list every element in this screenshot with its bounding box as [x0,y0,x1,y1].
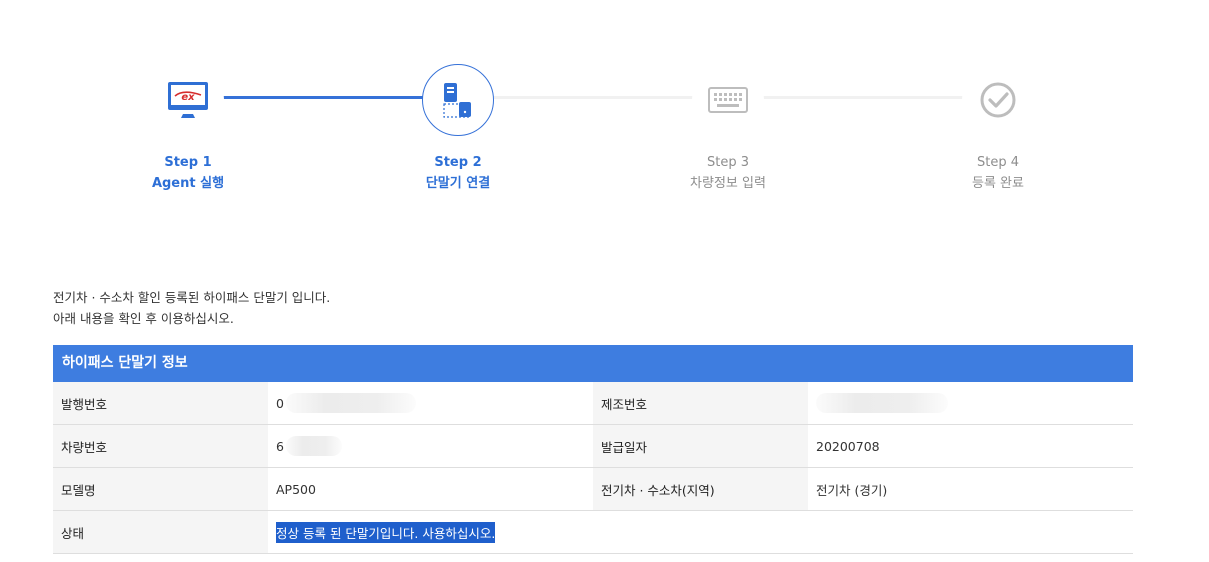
model-name-value: AP500 [276,481,316,497]
ex-monitor-icon: ex [152,64,224,136]
device-link-icon [422,64,494,136]
step-label: 단말기 연결 [425,176,491,191]
step-number: Step 4 [976,155,1019,170]
table-row: 모델명 AP500 전기차 · 수소차(지역) 전기차 (경기) [53,468,1133,511]
intro-line: 아래 내용을 확인 후 이용하십시오. [53,311,234,326]
status-value: 정상 등록 된 단말기입니다. 사용하십시오. [268,511,1133,553]
masked-value [285,393,416,413]
model-name-label: 모델명 [53,468,268,510]
ev-region-label: 전기차 · 수소차(지역) [593,468,808,510]
vehicle-number-value: 6 [268,425,593,467]
ev-region-value: 전기차 (경기) [816,482,888,498]
step-3: Step 3 차량정보 입력 [648,64,808,194]
issue-number-label: 발행번호 [53,382,268,424]
status-message: 정상 등록 된 단말기입니다. 사용하십시오. [276,521,496,543]
serial-number-label: 제조번호 [593,382,808,424]
serial-number-value [808,382,1133,424]
keyboard-icon [692,64,764,136]
intro-text: 전기차 · 수소차 할인 등록된 하이패스 단말기 입니다. 아래 내용을 확인… [53,287,330,329]
step-label: 등록 완료 [972,176,1024,191]
check-circle-icon [962,64,1034,136]
masked-value [816,393,948,413]
step-number: Step 2 [434,155,482,170]
step-label: 차량정보 입력 [690,176,766,191]
intro-line: 전기차 · 수소차 할인 등록된 하이패스 단말기 입니다. [53,290,331,305]
vehicle-number-label: 차량번호 [53,425,268,467]
step-number: Step 1 [164,155,212,170]
svg-text:ex: ex [181,92,195,103]
step-4: Step 4 등록 완료 [918,64,1078,194]
issue-date-label: 발급일자 [593,425,808,467]
table-row: 차량번호 6 발급일자 20200708 [53,425,1133,468]
step-2: Step 2 단말기 연결 [378,64,538,194]
issue-number-value: 0 [268,382,593,424]
hipass-info-table: 하이패스 단말기 정보 발행번호 0 제조번호 차량번호 6 발급일자 2020… [53,345,1133,554]
step-number: Step 3 [706,155,749,170]
table-row: 상태 정상 등록 된 단말기입니다. 사용하십시오. [53,511,1133,554]
registration-stepper: ex Step 1 Agent 실행 Step 2 단말기 연결 Step 3 … [0,0,1209,230]
status-label: 상태 [53,511,268,553]
step-1: ex Step 1 Agent 실행 [108,64,268,194]
masked-value [285,436,342,456]
table-title: 하이패스 단말기 정보 [53,345,1133,382]
step-label: Agent 실행 [151,176,225,191]
table-row: 발행번호 0 제조번호 [53,382,1133,425]
issue-date-value: 20200708 [816,438,880,454]
